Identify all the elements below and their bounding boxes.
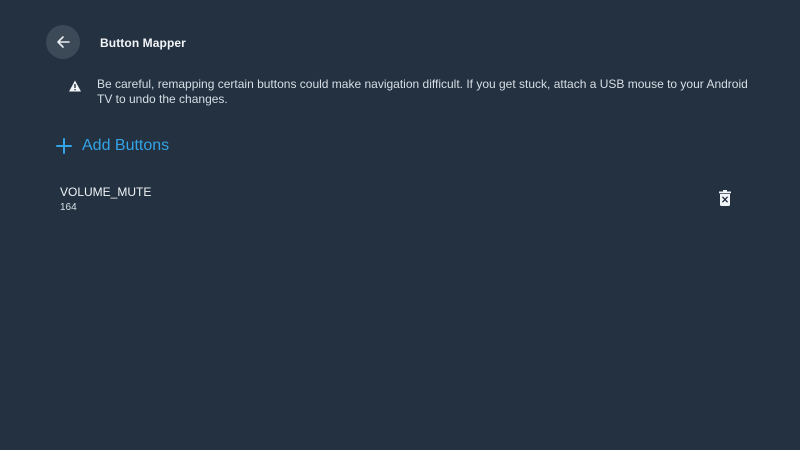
warning-message: Be careful, remapping certain buttons co… — [68, 77, 758, 107]
plus-icon — [56, 138, 72, 154]
add-buttons-button[interactable]: Add Buttons — [55, 137, 169, 155]
mapping-key-name: VOLUME_MUTE — [60, 185, 152, 199]
mapping-key-code: 164 — [60, 202, 77, 213]
delete-icon[interactable] — [718, 190, 732, 206]
button-mapper-screen: Button Mapper Be careful, remapping cert… — [0, 0, 800, 450]
mapping-item[interactable]: VOLUME_MUTE 164 — [60, 184, 750, 218]
back-button[interactable] — [46, 25, 80, 59]
warning-text: Be careful, remapping certain buttons co… — [97, 77, 748, 106]
page-title: Button Mapper — [100, 36, 186, 50]
add-buttons-label: Add Buttons — [82, 137, 170, 154]
arrow-left-icon — [57, 36, 70, 48]
warning-icon — [69, 80, 81, 92]
